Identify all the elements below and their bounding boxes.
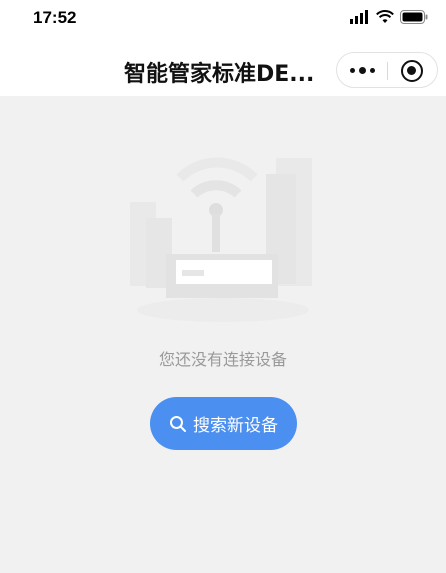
- battery-icon: [400, 10, 428, 24]
- capsule-divider: [387, 62, 388, 80]
- wifi-icon: [376, 10, 394, 23]
- more-dots-icon[interactable]: [337, 53, 387, 87]
- search-new-device-button[interactable]: 搜索新设备: [150, 397, 297, 450]
- status-icons: [350, 10, 428, 24]
- empty-state-message: 您还没有连接设备: [158, 350, 287, 369]
- search-icon: [170, 415, 186, 432]
- no-device-illustration: [130, 157, 312, 322]
- page-title: 智能管家标准DE...: [124, 62, 315, 87]
- search-button-label: 搜索新设备: [193, 416, 278, 436]
- capsule-close-icon[interactable]: [401, 60, 423, 82]
- cellular-signal-icon: [350, 10, 368, 24]
- mini-program-capsule: [336, 52, 438, 88]
- status-bar: 17:52: [0, 0, 446, 38]
- status-time: 17:52: [33, 8, 77, 27]
- nav-bar: 智能管家标准DE...: [0, 38, 446, 96]
